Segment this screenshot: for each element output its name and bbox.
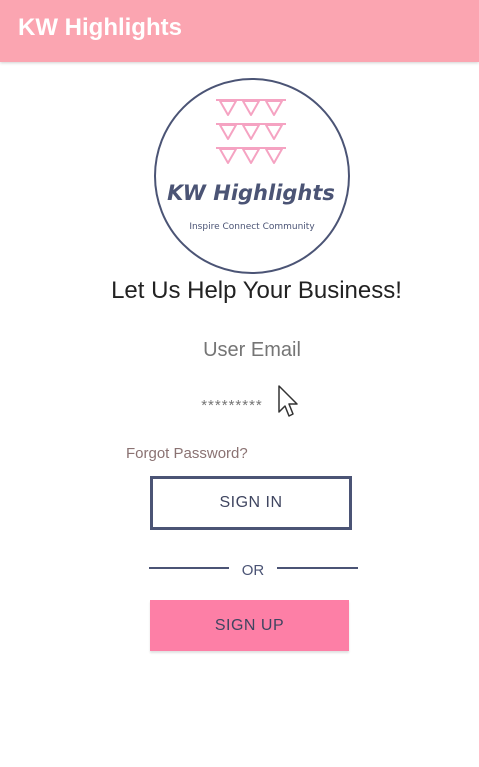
logo-title: KW Highlights — [167, 181, 335, 205]
headline: Let Us Help Your Business! — [111, 277, 402, 304]
mouse-pointer-icon — [276, 384, 304, 420]
forgot-password-link[interactable]: Forgot Password? — [126, 445, 248, 462]
kw-highlights-logo: KW Highlights Inspire Connect Community — [152, 76, 352, 276]
divider-line-right — [277, 567, 358, 569]
divider-line-left — [149, 567, 229, 569]
email-input[interactable] — [150, 331, 354, 369]
or-divider-label: OR — [241, 562, 265, 579]
sign-up-button[interactable]: SIGN UP — [150, 600, 349, 651]
logo-tagline: Inspire Connect Community — [189, 222, 315, 232]
sign-in-button[interactable]: SIGN IN — [150, 476, 352, 530]
app-bar: KW Highlights — [0, 0, 479, 62]
app-title: KW Highlights — [18, 14, 182, 41]
